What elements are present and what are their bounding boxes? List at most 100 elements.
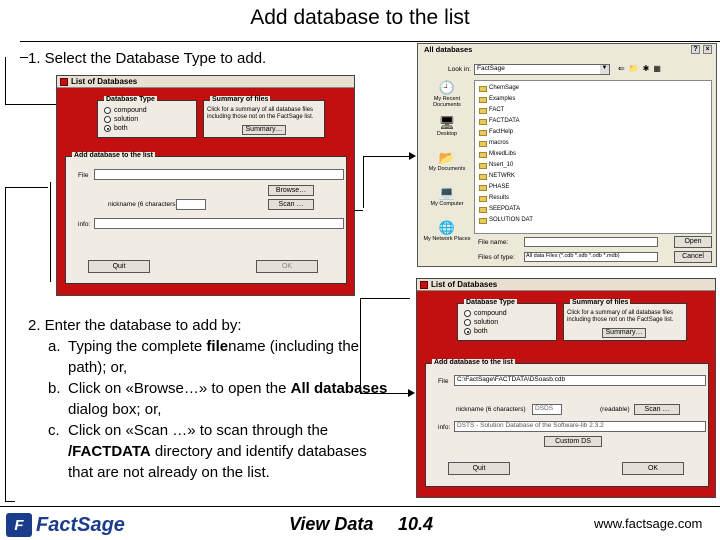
nickname-input[interactable]: DSDS <box>532 404 562 415</box>
folder-icon <box>479 184 487 191</box>
new-folder-icon[interactable]: ✱ <box>643 64 650 73</box>
file-list-item-label: SOLUTION DAT <box>489 217 533 223</box>
place-icon: 🖥 <box>438 115 456 130</box>
files-of-type-label: Files of type: <box>478 254 515 261</box>
open-button[interactable]: Open <box>674 236 712 248</box>
file-list-item[interactable]: macros <box>479 138 707 149</box>
places-item[interactable]: 🖥 Desktop <box>422 115 472 150</box>
file-list-item[interactable]: Nsert_10 <box>479 160 707 171</box>
radio-button-icon[interactable] <box>464 310 471 317</box>
places-item[interactable]: 📂 My Documents <box>422 150 472 185</box>
file-input[interactable] <box>94 169 344 180</box>
file-list-item-label: NETWRK <box>489 173 515 179</box>
browse-button[interactable]: Browse… <box>268 185 314 196</box>
footer-url[interactable]: www.factsage.com <box>594 516 702 531</box>
folder-icon <box>479 129 487 136</box>
places-bar: 🕘 My Recent Documents 🖥 Desktop 📂 My Document… <box>422 80 472 256</box>
radio-label: compound <box>474 310 507 317</box>
file-list-item[interactable]: ChemSage <box>479 83 707 94</box>
quit-button[interactable]: Quit <box>448 462 510 475</box>
connector-line <box>363 156 364 208</box>
add-database-group: Add database to the list File C:\FactSag… <box>425 359 709 487</box>
close-icon[interactable]: × <box>703 45 712 54</box>
info-input[interactable]: DSTS - Solution Database of the Software… <box>454 421 706 432</box>
summary-button[interactable]: Summary… <box>602 328 646 338</box>
connector-line <box>20 57 28 58</box>
step-2-item-marker: a. <box>48 338 61 355</box>
file-list-item-label: PHASE <box>489 184 510 190</box>
scan-button[interactable]: Scan … <box>268 199 314 210</box>
summary-description: Click for a summary of all database file… <box>567 310 674 323</box>
summary-button[interactable]: Summary… <box>242 125 286 135</box>
database-type-legend: Database Type <box>104 96 157 103</box>
ok-button[interactable]: OK <box>622 462 684 475</box>
views-menu-icon[interactable]: ▦ <box>653 64 661 73</box>
places-item-label: My Computer <box>430 201 464 207</box>
places-item[interactable]: 💻 My Computer <box>422 185 472 220</box>
custom-ds-button[interactable]: Custom DS <box>544 436 602 447</box>
chevron-down-icon: ▼ <box>600 65 609 74</box>
connector-line <box>5 57 6 105</box>
ok-button[interactable]: OK <box>256 260 318 273</box>
radio-both[interactable]: both <box>464 327 507 336</box>
file-list-item[interactable]: FACT <box>479 105 707 116</box>
file-list-item[interactable]: SOLUTION DAT <box>479 215 707 226</box>
database-type-legend: Database Type <box>464 299 517 306</box>
look-in-select[interactable]: FactSage ▼ <box>474 64 610 75</box>
connector-line <box>5 187 48 188</box>
file-list-item[interactable]: SEEPDATA <box>479 204 707 215</box>
radio-button-icon[interactable] <box>104 116 111 123</box>
radio-button-icon[interactable] <box>104 125 111 132</box>
radio-button-icon[interactable] <box>104 107 111 114</box>
back-icon[interactable]: ⇐ <box>618 64 625 73</box>
radio-solution[interactable]: solution <box>104 115 147 124</box>
quit-button[interactable]: Quit <box>88 260 150 273</box>
file-list-item[interactable]: FACTDATA <box>479 116 707 127</box>
file-list-item-label: SEEPDATA <box>489 206 521 212</box>
radio-both[interactable]: both <box>104 124 147 133</box>
file-list-item[interactable]: MixedLibs <box>479 149 707 160</box>
places-item-label: My Documents <box>428 166 466 172</box>
step-2-item: c. Click on «Scan …» to scan through the … <box>28 420 388 483</box>
file-list-item-label: Nsert_10 <box>489 162 514 168</box>
file-list-item[interactable]: PHASE <box>479 182 707 193</box>
factsage-logo-mark: F <box>6 513 32 537</box>
places-item[interactable]: 🕘 My Recent Documents <box>422 80 472 115</box>
title-divider <box>20 41 720 42</box>
files-of-type-select[interactable]: All data Files (*.cdb *.sdb *.odb *.mdb) <box>524 252 658 262</box>
folder-icon <box>479 107 487 114</box>
place-icon: 📂 <box>438 150 456 165</box>
places-item[interactable]: 🌐 My Network Places <box>422 220 472 255</box>
folder-icon <box>479 96 487 103</box>
look-in-value: FactSage <box>477 65 505 72</box>
up-folder-icon[interactable]: 📁 <box>629 64 639 73</box>
cancel-button[interactable]: Cancel <box>674 251 712 263</box>
file-name-input[interactable] <box>524 237 658 247</box>
file-list-item-label: FACT <box>489 107 505 113</box>
radio-compound[interactable]: compound <box>464 309 507 318</box>
place-icon: 💻 <box>438 185 456 200</box>
file-list-item-label: Results <box>489 195 510 201</box>
scan-button[interactable]: Scan … <box>634 404 680 415</box>
file-list-item[interactable]: NETWRK <box>479 171 707 182</box>
page-title: Add database to the list <box>250 6 470 29</box>
radio-button-icon[interactable] <box>464 328 471 335</box>
info-input[interactable] <box>94 218 344 229</box>
file-list-item[interactable]: FactHelp <box>479 127 707 138</box>
connector-line <box>5 501 15 502</box>
radio-button-icon[interactable] <box>464 319 471 326</box>
file-list-item[interactable]: Results <box>479 193 707 204</box>
folder-icon <box>479 85 487 92</box>
help-icon[interactable]: ? <box>691 45 700 54</box>
file-list-item[interactable]: Examples <box>479 94 707 105</box>
file-input[interactable]: C:\FactSage\FACTDATA\DSoasb.cdb <box>454 375 706 386</box>
radio-solution[interactable]: solution <box>464 318 507 327</box>
nickname-input[interactable] <box>176 199 206 210</box>
file-list-item-label: Examples <box>489 96 516 102</box>
file-dialog-title: All databases <box>424 45 473 54</box>
place-icon: 🕘 <box>438 80 456 95</box>
dialog-title: List of Databases <box>431 280 498 289</box>
dialog-title-bar: List of Databases <box>417 279 715 291</box>
file-list-item-label: ChemSage <box>489 85 520 91</box>
radio-compound[interactable]: compound <box>104 106 147 115</box>
